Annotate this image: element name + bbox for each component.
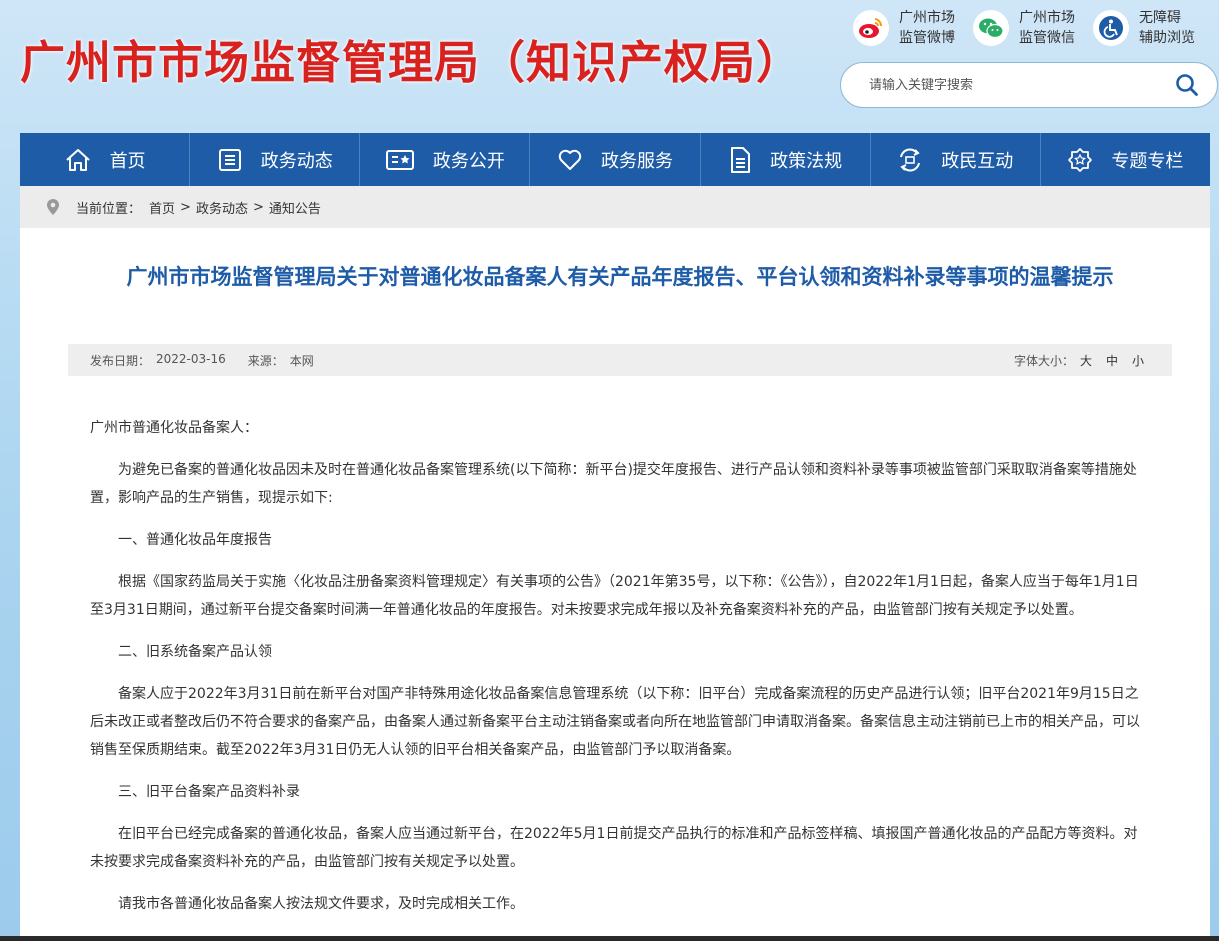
open-affairs-icon: [385, 148, 415, 172]
font-size-small-button[interactable]: 小: [1132, 352, 1144, 369]
font-size-label: 字体大小：: [1013, 353, 1074, 368]
document-icon: [728, 146, 752, 174]
site-title: 广州市市场监督管理局（知识产权局）: [20, 36, 803, 89]
body-paragraph: 请我市各普通化妆品备案人按法规文件要求，及时完成相关工作。: [118, 896, 524, 912]
news-icon: [217, 147, 243, 173]
publish-date-label: 发布日期：: [90, 353, 151, 368]
main-nav: 首页 政务动态 政务公开 政务服务 政策法规 政民互动 专题专栏: [20, 133, 1210, 186]
body-paragraph: 备案人应于2022年3月31日前在新平台对国产非特殊用途化妆品备案信息管理系统（…: [90, 686, 1140, 758]
body-paragraph: 根据《国家药监局关于实施〈化妆品注册备案资料管理规定〉有关事项的公告》（2021…: [90, 574, 1139, 618]
wechat-icon: [973, 10, 1009, 46]
nav-news[interactable]: 政务动态: [190, 133, 361, 186]
window-bottom-edge: [0, 936, 1219, 941]
source-label: 来源：: [247, 353, 284, 368]
weibo-link[interactable]: 广州市场 监管微博: [853, 8, 955, 48]
body-paragraph: 在旧平台已经完成备案的普通化妆品，备案人应当通过新平台，在2022年5月1日前提…: [90, 826, 1138, 870]
top-links: 广州市场 监管微博 广州市场 监管微信 无障碍 辅助浏览: [835, 8, 1195, 48]
breadcrumb-separator: >: [252, 199, 264, 215]
publish-date: 2022-03-16: [156, 351, 226, 366]
section-heading: 三、旧平台备案产品资料补录: [118, 784, 300, 800]
wechat-link[interactable]: 广州市场 监管微信: [973, 8, 1075, 48]
accessibility-link[interactable]: 无障碍 辅助浏览: [1093, 8, 1195, 48]
breadcrumb-prefix: 当前位置：: [76, 201, 142, 217]
interaction-icon: [897, 147, 923, 173]
nav-open-affairs[interactable]: 政务公开: [360, 133, 531, 186]
body-paragraph: 为避免已备案的普通化妆品因未及时在普通化妆品备案管理系统(以下简称：新平台)提交…: [90, 462, 1137, 506]
article-body: 广州市普通化妆品备案人： 为避免已备案的普通化妆品因未及时在普通化妆品备案管理系…: [90, 414, 1150, 932]
location-pin-icon: [46, 198, 60, 216]
search-icon[interactable]: [1175, 73, 1199, 101]
weibo-icon: [853, 10, 889, 46]
section-heading: 二、旧系统备案产品认领: [118, 644, 272, 660]
heart-icon: [557, 148, 583, 172]
nav-topics[interactable]: 专题专栏: [1041, 133, 1210, 186]
breadcrumb-notices[interactable]: 通知公告: [269, 198, 321, 217]
source-value: 本网: [289, 353, 314, 368]
nav-policies[interactable]: 政策法规: [701, 133, 871, 186]
star-badge-icon: [1067, 147, 1093, 173]
nav-interaction[interactable]: 政民互动: [871, 133, 1041, 186]
font-size-large-button[interactable]: 大: [1080, 352, 1092, 369]
salutation: 广州市普通化妆品备案人：: [90, 420, 258, 436]
article-meta: 发布日期： 2022-03-16 来源： 本网 字体大小： 大 中 小: [68, 344, 1172, 376]
breadcrumb-separator: >: [180, 199, 191, 215]
font-size-medium-button[interactable]: 中: [1106, 352, 1118, 369]
home-icon: [64, 147, 92, 173]
breadcrumb-news[interactable]: 政务动态: [196, 198, 248, 217]
article-container: 广州市市场监督管理局关于对普通化妆品备案人有关产品年度报告、平台认领和资料补录等…: [20, 228, 1210, 941]
section-heading: 一、普通化妆品年度报告: [118, 532, 272, 548]
search-input[interactable]: [869, 77, 1159, 93]
breadcrumb: 当前位置： 首页 > 政务动态 > 通知公告: [20, 186, 1210, 228]
accessibility-icon: [1093, 10, 1129, 46]
search-box: [840, 62, 1218, 108]
breadcrumb-home[interactable]: 首页: [149, 198, 175, 217]
article-title: 广州市市场监督管理局关于对普通化妆品备案人有关产品年度报告、平台认领和资料补录等…: [126, 265, 1114, 289]
nav-home[interactable]: 首页: [20, 133, 191, 186]
nav-services[interactable]: 政务服务: [530, 133, 701, 186]
